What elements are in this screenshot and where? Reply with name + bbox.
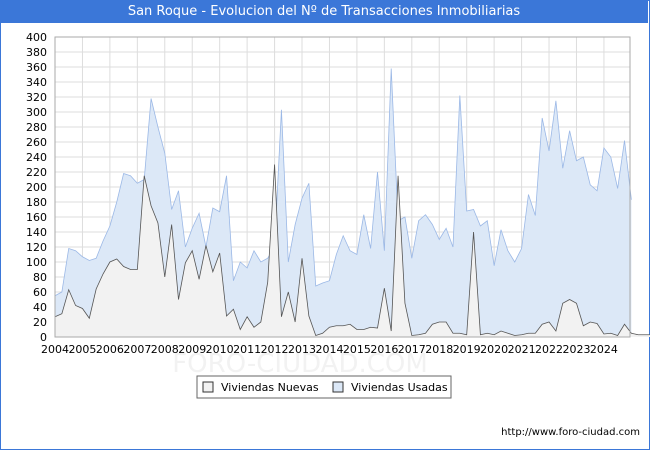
y-tick-label: 120	[26, 241, 47, 254]
x-tick-label: 2019	[453, 343, 481, 356]
y-tick-label: 40	[33, 301, 47, 314]
y-tick-label: 360	[26, 61, 47, 74]
x-tick-label: 2023	[562, 343, 590, 356]
x-tick-label: 2018	[425, 343, 453, 356]
x-tick-label: 2005	[68, 343, 96, 356]
y-tick-label: 180	[26, 196, 47, 209]
source-url: http://www.foro-ciudad.com	[501, 427, 640, 438]
y-tick-label: 340	[26, 76, 47, 89]
x-tick-label: 2011	[233, 343, 261, 356]
y-tick-label: 100	[26, 256, 47, 269]
y-tick-label: 80	[33, 271, 47, 284]
y-tick-label: 60	[33, 286, 47, 299]
y-tick-label: 280	[26, 121, 47, 134]
x-axis-ticks: 2004 2005 2006 2007 2008 2009 2010 2011 2012 2013…	[41, 343, 618, 356]
y-tick-label: 300	[26, 106, 47, 119]
x-tick-label: 2014	[315, 343, 343, 356]
x-tick-label: 2013	[288, 343, 316, 356]
x-tick-label: 2008	[151, 343, 179, 356]
y-axis-ticks: 0204060801001201401601802002202402602803…	[26, 31, 47, 344]
legend: Viviendas Nuevas Viviendas Usadas	[196, 375, 452, 399]
y-tick-label: 220	[26, 166, 47, 179]
y-tick-label: 260	[26, 136, 47, 149]
y-tick-label: 160	[26, 211, 47, 224]
x-tick-label: 2020	[480, 343, 508, 356]
x-tick-label: 2015	[343, 343, 371, 356]
y-tick-label: 240	[26, 151, 47, 164]
x-tick-label: 2012	[261, 343, 289, 356]
y-tick-label: 140	[26, 226, 47, 239]
x-tick-label: 2024	[590, 343, 618, 356]
x-tick-label: 2022	[535, 343, 563, 356]
x-tick-label: 2021	[508, 343, 536, 356]
legend-swatch-usadas	[332, 381, 344, 393]
y-tick-label: 400	[26, 31, 47, 44]
legend-label-usadas: Viviendas Usadas	[351, 381, 448, 394]
x-tick-label: 2016	[370, 343, 398, 356]
x-tick-label: 2010	[206, 343, 234, 356]
y-tick-label: 20	[33, 316, 47, 329]
y-tick-label: 320	[26, 91, 47, 104]
chart-canvas: FORO-CIUDAD.COM 020406080100120140160180…	[26, 31, 650, 399]
x-tick-label: 2017	[398, 343, 426, 356]
x-tick-label: 2007	[123, 343, 151, 356]
y-tick-label: 380	[26, 46, 47, 59]
x-tick-label: 2009	[178, 343, 206, 356]
legend-swatch-nuevas	[202, 381, 214, 393]
x-tick-label: 2006	[96, 343, 124, 356]
x-tick-label: 2004	[41, 343, 69, 356]
y-tick-label: 200	[26, 181, 47, 194]
legend-label-nuevas: Viviendas Nuevas	[221, 381, 319, 394]
